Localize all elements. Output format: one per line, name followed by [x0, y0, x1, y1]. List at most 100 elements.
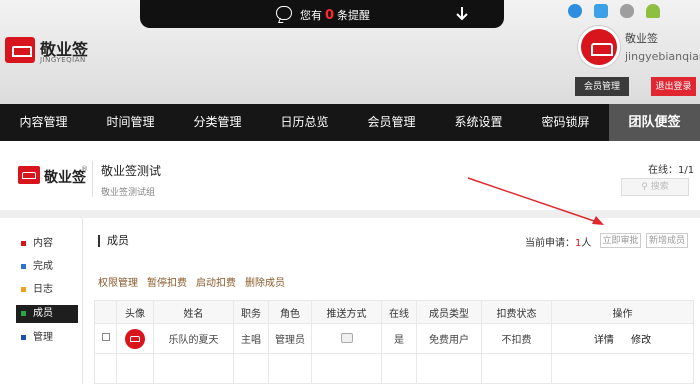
permission-manage-link[interactable]: 权限管理 — [98, 274, 138, 289]
brand-pinyin: JINGYEQIAN — [40, 56, 86, 64]
table-header-row: 头像 姓名 职务 角色 推送方式 在线 成员类型 扣费状态 操作 — [94, 300, 694, 324]
sidebar-item-content[interactable]: 内容 — [16, 235, 78, 253]
section-separator — [0, 210, 700, 218]
delete-member-link[interactable]: 删除成员 — [245, 274, 285, 289]
sidebar-item-members[interactable]: 成员 — [16, 305, 78, 323]
nav-content[interactable]: 内容管理 — [0, 104, 87, 141]
sidebar-item-done[interactable]: 完成 — [16, 258, 78, 276]
member-avatar — [125, 328, 145, 349]
select-column-header — [94, 300, 117, 324]
member-type: 免费用户 — [416, 323, 482, 354]
pending-unit: 人 — [581, 238, 592, 249]
empty-cell — [94, 353, 117, 384]
sidebar-item-label: 完成 — [33, 261, 53, 272]
nav-calendar[interactable]: 日历总览 — [261, 104, 348, 141]
empty-cell — [153, 353, 234, 384]
empty-cell — [381, 353, 417, 384]
start-billing-link[interactable]: 启动扣费 — [196, 274, 236, 289]
online-count: 在线：1/1 — [648, 165, 695, 176]
members-table: 头像 姓名 职务 角色 推送方式 在线 成员类型 扣费状态 操作 乐队的夏天 主… — [94, 300, 694, 384]
column-header: 头像 — [116, 300, 154, 324]
platform-icons — [568, 4, 660, 18]
chat-bubble-icon — [276, 6, 292, 20]
notification-count: 0 — [325, 8, 335, 23]
sidebar-item-label: 内容 — [33, 238, 53, 249]
empty-cell — [233, 353, 269, 384]
nav-team-notes[interactable]: 团队便签 — [609, 104, 700, 141]
divider — [92, 161, 93, 197]
row-actions-cell: 详情 修改 — [551, 323, 694, 354]
member-billing: 不扣费 — [481, 323, 552, 354]
members-title: 成员 — [98, 235, 129, 247]
user-avatar[interactable] — [578, 26, 620, 68]
pause-billing-link[interactable]: 暂停扣费 — [147, 274, 187, 289]
avatar-cell — [116, 323, 154, 354]
apple-icon[interactable] — [620, 4, 634, 18]
member-name: 乐队的夏天 — [153, 323, 234, 354]
member-actions: 权限管理 暂停扣费 启动扣费 删除成员 — [98, 274, 285, 289]
top-header: 您有 0 条提醒 敬业签 JINGYEQIAN 敬业签 jingyebianqian… — [0, 0, 700, 104]
column-header: 操作 — [551, 300, 694, 324]
detail-link[interactable]: 详情 — [594, 335, 614, 346]
sidebar: 内容 完成 日志 成员 管理 — [0, 218, 83, 384]
main-nav: 内容管理 时间管理 分类管理 日历总览 会员管理 系统设置 密码锁屏 团队便签 — [0, 104, 700, 141]
notification-text: 您有 0 条提醒 — [300, 7, 370, 23]
brand-logo-icon[interactable] — [5, 37, 35, 63]
logout-button[interactable]: 退出登录 — [651, 77, 696, 96]
notification-bar[interactable]: 您有 0 条提醒 — [140, 0, 504, 28]
member-online: 是 — [381, 323, 417, 354]
column-header: 推送方式 — [311, 300, 382, 324]
row-checkbox[interactable] — [101, 333, 110, 341]
project-header: 敬业签 ® 敬业签测试 敬业签测试组 在线：1/1 ⚲ 搜索 — [0, 141, 700, 211]
ie-browser-icon[interactable] — [568, 4, 582, 18]
navy-dot-icon — [21, 335, 26, 340]
project-brand-name: 敬业签 — [44, 170, 86, 186]
empty-cell — [481, 353, 552, 384]
column-header: 角色 — [268, 300, 312, 324]
nav-settings[interactable]: 系统设置 — [435, 104, 522, 141]
column-header: 成员类型 — [416, 300, 482, 324]
column-header: 职务 — [233, 300, 269, 324]
red-dot-icon — [21, 241, 26, 246]
approve-now-button[interactable]: 立即审批 — [600, 233, 641, 248]
empty-cell — [416, 353, 482, 384]
nav-lock[interactable]: 密码锁屏 — [522, 104, 609, 141]
empty-cell — [311, 353, 382, 384]
windows-icon[interactable] — [594, 4, 608, 18]
empty-cell — [116, 353, 154, 384]
sidebar-item-label: 日志 — [33, 284, 53, 295]
notification-suffix: 条提醒 — [337, 9, 371, 22]
edit-link[interactable]: 修改 — [631, 335, 651, 346]
search-icon: ⚲ — [641, 182, 651, 192]
android-icon[interactable] — [646, 4, 660, 18]
download-arrow-icon[interactable] — [454, 5, 470, 23]
user-name: 敬业签 — [625, 32, 658, 45]
orange-dot-icon — [21, 287, 26, 292]
push-method-cell — [311, 323, 382, 354]
nav-member[interactable]: 会员管理 — [348, 104, 435, 141]
nav-time[interactable]: 时间管理 — [87, 104, 174, 141]
registered-mark: ® — [81, 165, 88, 173]
sidebar-item-label: 管理 — [33, 332, 53, 343]
project-title: 敬业签测试 — [101, 164, 162, 178]
project-desc: 敬业签测试组 — [101, 188, 156, 198]
member-management-button[interactable]: 会员管理 — [575, 77, 629, 96]
search-button[interactable]: ⚲ 搜索 — [621, 178, 689, 196]
sidebar-item-log[interactable]: 日志 — [16, 281, 78, 299]
pending-applications: 当前申请：1人 — [525, 234, 591, 249]
sidebar-item-label: 成员 — [33, 308, 53, 319]
project-logo-icon — [18, 166, 40, 184]
table-row — [94, 353, 694, 384]
add-member-button[interactable]: 新增成员 — [646, 233, 688, 248]
row-select-cell — [94, 323, 117, 354]
notification-prefix: 您有 — [300, 9, 322, 22]
search-label: 搜索 — [650, 182, 669, 192]
table-row: 乐队的夏天 主唱 管理员 是 免费用户 不扣费 详情 修改 — [94, 323, 694, 354]
sidebar-item-manage[interactable]: 管理 — [16, 329, 78, 347]
member-role: 管理员 — [268, 323, 312, 354]
column-header: 扣费状态 — [481, 300, 552, 324]
members-panel: 成员 当前申请：1人 立即审批 新增成员 权限管理 暂停扣费 启动扣费 删除成员… — [84, 218, 700, 384]
blue-dot-icon — [21, 264, 26, 269]
nav-category[interactable]: 分类管理 — [174, 104, 261, 141]
column-header: 姓名 — [153, 300, 234, 324]
